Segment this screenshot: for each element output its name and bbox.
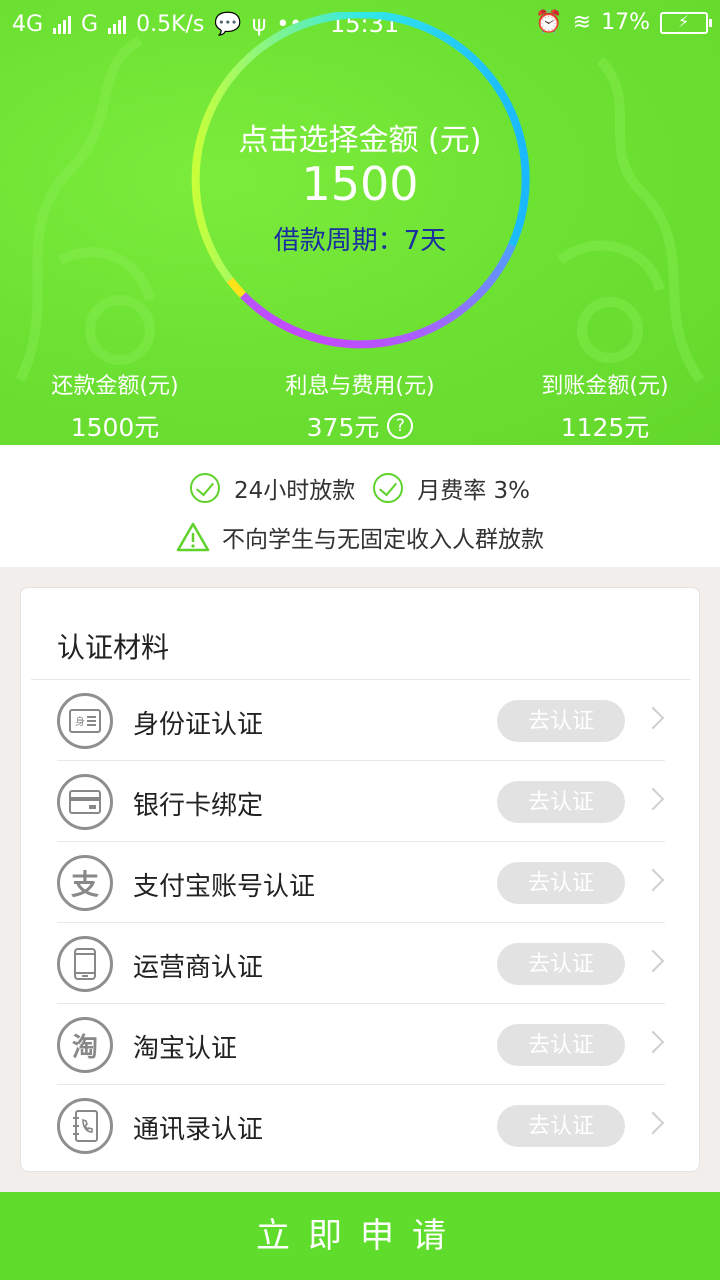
loan-period: 借款周期：7天: [273, 226, 447, 256]
chevron-right-icon: [641, 868, 665, 892]
verification-card: 认证材料 身 身份证认证 去认证 银行卡绑定 去认证 支 支付宝账号认证 去认证…: [20, 587, 700, 1172]
repay-amount-label: 还款金额(元): [51, 374, 179, 399]
warning-text: 不向学生与无固定收入人群放款: [222, 527, 544, 553]
fee-amount-value: 375元: [306, 413, 380, 442]
fee-amount: 利息与费用(元) 375元?: [230, 368, 490, 444]
loan-header: 4G G 0.5K/s 💬 ψ ••• 15:31 ⏰ ≋ 17% ⚡ 点击选择…: [0, 0, 720, 445]
phone-icon: [57, 936, 113, 992]
chevron-right-icon: [641, 1030, 665, 1054]
repay-amount-value: 1500元: [70, 413, 160, 442]
signal-icon: [53, 15, 72, 34]
contacts-icon: [57, 1098, 113, 1154]
chevron-right-icon: [641, 706, 665, 730]
verify-row-carrier[interactable]: 运营商认证 去认证: [57, 923, 665, 1004]
bank-card-icon: [57, 774, 113, 830]
select-amount-label: 点击选择金额 (元): [238, 123, 482, 158]
fee-amount-label: 利息与费用(元): [285, 374, 435, 399]
verify-label: 支付宝账号认证: [133, 872, 316, 902]
check-circle-icon: [189, 473, 220, 503]
check-circle-icon: [373, 473, 404, 503]
battery-icon: ⚡: [660, 11, 712, 34]
repay-amount: 还款金额(元) 1500元: [0, 368, 230, 444]
verify-row-alipay[interactable]: 支 支付宝账号认证 去认证: [57, 842, 665, 923]
loan-amount: 1500: [301, 157, 419, 211]
verify-label: 淘宝认证: [133, 1034, 238, 1064]
warning-icon: [176, 522, 210, 552]
id-card-icon: 身: [57, 693, 113, 749]
verify-row-taobao[interactable]: 淘 淘宝认证 去认证: [57, 1004, 665, 1085]
svg-text:身: 身: [75, 715, 85, 728]
received-amount: 到账金额(元) 1125元: [490, 368, 720, 444]
network-4g-label: 4G: [12, 12, 44, 37]
wifi-icon: ≋: [572, 10, 592, 35]
chevron-right-icon: [641, 1111, 665, 1135]
go-verify-button[interactable]: 去认证: [497, 943, 625, 985]
help-icon[interactable]: ?: [387, 413, 414, 439]
go-verify-button[interactable]: 去认证: [497, 781, 625, 823]
feature-rate: 月费率 3%: [417, 478, 531, 504]
apply-now-button[interactable]: 立即申请: [0, 1192, 720, 1280]
loan-summary: 还款金额(元) 1500元 利息与费用(元) 375元? 到账金额(元) 112…: [0, 368, 720, 444]
go-verify-button[interactable]: 去认证: [497, 1024, 625, 1066]
go-verify-button[interactable]: 去认证: [497, 1105, 625, 1147]
go-verify-button[interactable]: 去认证: [497, 700, 625, 742]
signal-icon-2: [108, 15, 127, 34]
taobao-icon: 淘: [57, 1017, 113, 1073]
verify-row-contacts[interactable]: 通讯录认证 去认证: [57, 1085, 665, 1166]
verify-label: 通讯录认证: [133, 1115, 264, 1145]
verify-row-id-card[interactable]: 身 身份证认证 去认证: [57, 680, 665, 761]
alipay-icon: 支: [57, 855, 113, 911]
verify-label: 身份证认证: [133, 710, 264, 740]
battery-percent: 17%: [601, 10, 650, 35]
network-g-label: G: [81, 12, 99, 37]
received-amount-label: 到账金额(元): [541, 374, 669, 399]
loan-info: 24小时放款 月费率 3% 不向学生与无固定收入人群放款: [0, 445, 720, 567]
chevron-right-icon: [641, 787, 665, 811]
amount-display[interactable]: 点击选择金额 (元) 1500 借款周期：7天: [190, 12, 530, 352]
alarm-icon: ⏰: [535, 10, 563, 35]
verify-label: 银行卡绑定: [133, 791, 264, 821]
feature-fast-loan: 24小时放款: [233, 478, 356, 504]
received-amount-value: 1125元: [560, 413, 650, 442]
verify-row-bank-card[interactable]: 银行卡绑定 去认证: [57, 761, 665, 842]
chevron-right-icon: [641, 949, 665, 973]
go-verify-button[interactable]: 去认证: [497, 862, 625, 904]
verify-label: 运营商认证: [133, 953, 264, 983]
card-title: 认证材料: [57, 631, 170, 664]
